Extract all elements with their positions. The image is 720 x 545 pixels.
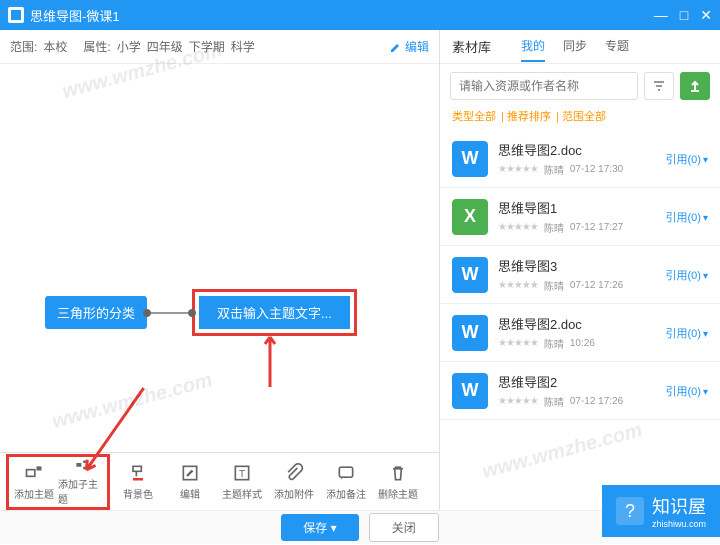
edit-icon: [180, 463, 200, 483]
resource-name: 思维导图2: [498, 372, 656, 391]
editor-panel: 范围: 本校 属性: 小学 四年级 下学期 科学 编辑 三角形的分类 双击输入主…: [0, 30, 440, 510]
brand-sub: zhishiwu.com: [652, 519, 706, 529]
resource-name: 思维导图2.doc: [498, 140, 656, 159]
resource-author: 陈晴: [544, 220, 564, 235]
resource-author: 陈晴: [544, 162, 564, 177]
note-icon: [336, 463, 356, 483]
resource-name: 思维导图1: [498, 198, 656, 217]
upload-icon: [688, 79, 702, 93]
resource-item[interactable]: W 思维导图2 ★★★★★ 陈晴 07-12 17:26 引用(0)▾: [440, 362, 720, 420]
tool-edit[interactable]: 编辑: [166, 458, 214, 506]
filter-icon: [652, 79, 666, 93]
resource-author: 陈晴: [544, 394, 564, 409]
resource-time: 07-12 17:26: [570, 280, 623, 291]
root-node[interactable]: 三角形的分类: [45, 296, 147, 329]
scope-value: 本校: [43, 38, 67, 55]
resource-name: 思维导图3: [498, 256, 656, 275]
editor-toolbar: 添加主题 添加子主题 背景色 编辑 T 主题样式 添加附件: [0, 452, 439, 510]
resource-panel: 素材库 我的 同步 专题 类型全部 | 推荐排序 | 范围全部 W 思维导图2.…: [440, 30, 720, 510]
tool-add-note[interactable]: 添加备注: [322, 458, 370, 506]
trash-icon: [388, 463, 408, 483]
resource-item[interactable]: W 思维导图2.doc ★★★★★ 陈晴 10:26 引用(0)▾: [440, 304, 720, 362]
mindmap-canvas[interactable]: 三角形的分类 双击输入主题文字...: [0, 64, 439, 452]
tab-special[interactable]: 专题: [605, 31, 629, 62]
panel-title: 素材库: [452, 37, 491, 56]
file-type-icon: W: [452, 315, 488, 351]
text-style-icon: T: [232, 463, 252, 483]
add-topic-icon: [24, 463, 44, 483]
resource-list: W 思维导图2.doc ★★★★★ 陈晴 07-12 17:30 引用(0)▾ …: [440, 130, 720, 510]
rating-stars: ★★★★★: [498, 164, 538, 175]
grade-value: 四年级: [147, 38, 183, 55]
resource-item[interactable]: W 思维导图2.doc ★★★★★ 陈晴 07-12 17:30 引用(0)▾: [440, 130, 720, 188]
resource-item[interactable]: X 思维导图1 ★★★★★ 陈晴 07-12 17:27 引用(0)▾: [440, 188, 720, 246]
resource-author: 陈晴: [544, 336, 564, 351]
svg-text:T: T: [239, 469, 245, 480]
reference-button[interactable]: 引用(0)▾: [666, 383, 708, 399]
reference-button[interactable]: 引用(0)▾: [666, 325, 708, 341]
chevron-down-icon: ▾: [703, 155, 708, 166]
window-title: 思维导图-微课1: [30, 6, 654, 25]
reference-button[interactable]: 引用(0)▾: [666, 209, 708, 225]
filter-row[interactable]: 类型全部 | 推荐排序 | 范围全部: [440, 108, 720, 130]
titlebar: 思维导图-微课1 — □ ✕: [0, 0, 720, 30]
brand-name: 知识屋: [652, 497, 706, 517]
rating-stars: ★★★★★: [498, 222, 538, 233]
tab-sync[interactable]: 同步: [563, 31, 587, 62]
rating-stars: ★★★★★: [498, 396, 538, 407]
resource-time: 07-12 17:27: [570, 222, 623, 233]
tool-bg-color[interactable]: 背景色: [114, 458, 162, 506]
paint-icon: [128, 463, 148, 483]
term-value: 下学期: [189, 38, 225, 55]
filter-button[interactable]: [644, 72, 674, 100]
rating-stars: ★★★★★: [498, 338, 538, 349]
upload-button[interactable]: [680, 72, 710, 100]
attachment-icon: [284, 463, 304, 483]
file-type-icon: W: [452, 257, 488, 293]
chevron-down-icon: ▾: [703, 271, 708, 282]
file-type-icon: X: [452, 199, 488, 235]
tool-add-attachment[interactable]: 添加附件: [270, 458, 318, 506]
save-button[interactable]: 保存 ▾: [281, 514, 358, 541]
file-type-icon: W: [452, 373, 488, 409]
tool-add-topic[interactable]: 添加主题: [10, 458, 58, 506]
pencil-icon: [390, 41, 402, 53]
resource-name: 思维导图2.doc: [498, 314, 656, 333]
brand-icon: ?: [616, 497, 644, 525]
maximize-button[interactable]: □: [680, 7, 688, 24]
resource-time: 07-12 17:26: [570, 396, 623, 407]
close-button[interactable]: 关闭: [369, 513, 439, 542]
reference-button[interactable]: 引用(0)▾: [666, 151, 708, 167]
chevron-down-icon: ▾: [703, 387, 708, 398]
attr-value: 小学: [117, 38, 141, 55]
scope-label: 范围:: [10, 38, 37, 55]
tab-mine[interactable]: 我的: [521, 31, 545, 62]
resource-author: 陈晴: [544, 278, 564, 293]
close-window-button[interactable]: ✕: [700, 7, 712, 24]
tool-topic-style[interactable]: T 主题样式: [218, 458, 266, 506]
tool-delete-topic[interactable]: 删除主题: [374, 458, 422, 506]
minimize-button[interactable]: —: [654, 7, 668, 24]
reference-button[interactable]: 引用(0)▾: [666, 267, 708, 283]
subject-value: 科学: [231, 38, 255, 55]
edit-meta-button[interactable]: 编辑: [390, 38, 429, 55]
file-type-icon: W: [452, 141, 488, 177]
resource-time: 07-12 17:30: [570, 164, 623, 175]
node-connector: [147, 312, 192, 314]
brand-badge: ? 知识屋 zhishiwu.com: [602, 485, 720, 537]
app-icon: [8, 7, 24, 23]
attr-label: 属性:: [83, 38, 110, 55]
rating-stars: ★★★★★: [498, 280, 538, 291]
child-node[interactable]: 双击输入主题文字...: [199, 296, 350, 329]
resource-time: 10:26: [570, 338, 595, 349]
highlight-box: 双击输入主题文字...: [192, 289, 357, 336]
search-input[interactable]: [450, 72, 638, 100]
resource-item[interactable]: W 思维导图3 ★★★★★ 陈晴 07-12 17:26 引用(0)▾: [440, 246, 720, 304]
annotation-arrow: [255, 332, 285, 392]
meta-bar: 范围: 本校 属性: 小学 四年级 下学期 科学 编辑: [0, 30, 439, 64]
chevron-down-icon: ▾: [703, 213, 708, 224]
chevron-down-icon: ▾: [703, 329, 708, 340]
